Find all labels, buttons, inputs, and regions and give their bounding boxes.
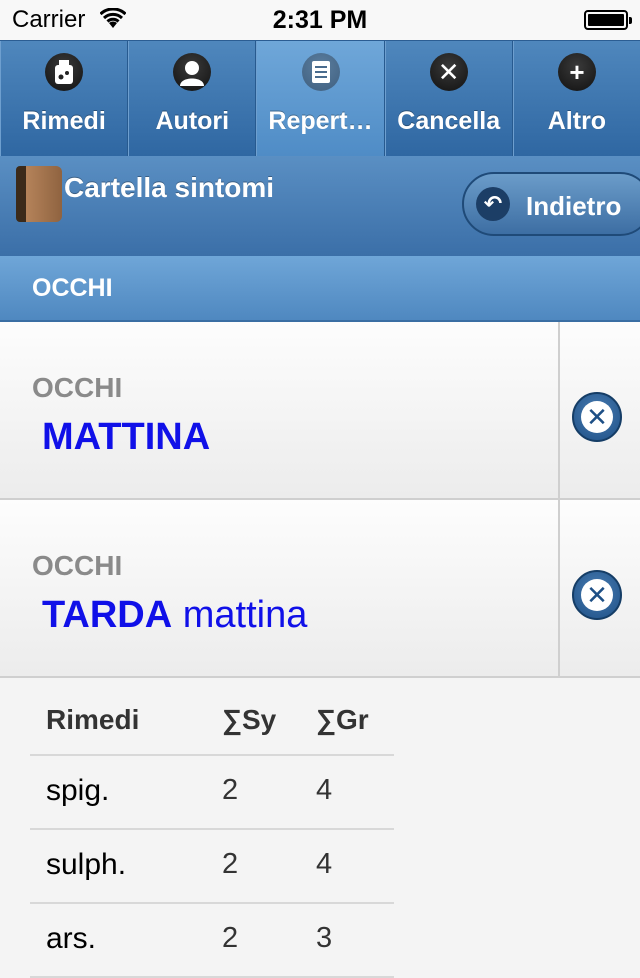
remedy-name: spig.	[46, 774, 110, 807]
tab-altro[interactable]: + Altro	[512, 41, 640, 156]
remedy-name: sulph.	[46, 848, 127, 881]
sum-gr: 3	[316, 922, 333, 954]
table-header: Rimedi ∑Sy ∑Gr	[30, 690, 394, 756]
symptom-category: OCCHI	[32, 550, 123, 581]
symptom-category: OCCHI	[32, 372, 123, 403]
tab-label: Repert…	[268, 107, 373, 135]
back-button-label: Indietro	[526, 191, 622, 221]
column-header: Rimedi	[46, 704, 140, 735]
status-time: 2:31 PM	[272, 6, 368, 34]
page-title: Cartella sintomi	[64, 172, 275, 203]
nav-header: Cartella sintomi ↶ Indietro	[0, 156, 640, 256]
sum-sy: 2	[222, 848, 239, 880]
tab-label: Cancella	[397, 107, 501, 135]
plus-icon: +	[557, 53, 596, 91]
symptom-main: MATTINA	[42, 416, 211, 458]
tab-label: Autori	[155, 107, 230, 135]
tab-cancella[interactable]: ✕ Cancella	[384, 41, 513, 156]
table-row[interactable]: spig. 2 4	[30, 756, 394, 830]
tab-repertorio[interactable]: Repert…	[256, 41, 385, 156]
book-icon	[16, 166, 62, 222]
remedies-table: Rimedi ∑Sy ∑Gr spig. 2 4 sulph. 2 4 ars.…	[30, 690, 394, 978]
symptom-detail: mattina	[172, 594, 308, 636]
remedy-name: ars.	[46, 922, 97, 955]
document-list-icon	[301, 53, 340, 91]
symptom-text: MATTINA	[42, 416, 210, 459]
battery-icon	[584, 10, 632, 30]
symptom-text: TARDA mattina	[42, 594, 307, 637]
back-button[interactable]: ↶ Indietro	[462, 172, 640, 236]
symptom-row[interactable]: OCCHI MATTINA ✕	[0, 322, 640, 500]
close-icon: ✕	[429, 53, 468, 91]
tab-label: Rimedi	[22, 107, 106, 135]
tab-bar: Rimedi Autori Repert… ✕ Cancella + Altro	[0, 40, 640, 156]
tab-autori[interactable]: Autori	[128, 41, 257, 156]
column-header: ∑Gr	[316, 704, 369, 735]
section-label: OCCHI	[32, 274, 113, 302]
sum-sy: 2	[222, 774, 239, 806]
close-icon: ✕	[581, 401, 613, 433]
table-row[interactable]: sulph. 2 4	[30, 830, 394, 904]
tab-label: Altro	[547, 107, 607, 135]
sum-sy: 2	[222, 922, 239, 954]
symptom-row[interactable]: OCCHI TARDA mattina ✕	[0, 500, 640, 678]
symptom-main: TARDA	[42, 594, 173, 636]
person-icon	[173, 53, 212, 91]
section-header: OCCHI	[0, 256, 640, 322]
tab-rimedi[interactable]: Rimedi	[0, 41, 129, 156]
remedy-bottle-icon	[45, 53, 84, 91]
undo-arrow-icon: ↶	[476, 187, 510, 221]
status-bar: Carrier 2:31 PM	[0, 0, 640, 40]
table-row[interactable]: ars. 2 3	[30, 904, 394, 978]
sum-gr: 4	[316, 774, 333, 806]
column-header: ∑Sy	[222, 704, 277, 735]
sum-gr: 4	[316, 848, 333, 880]
remove-symptom-button[interactable]: ✕	[572, 570, 622, 620]
remove-symptom-button[interactable]: ✕	[572, 392, 622, 442]
close-icon: ✕	[581, 579, 613, 611]
